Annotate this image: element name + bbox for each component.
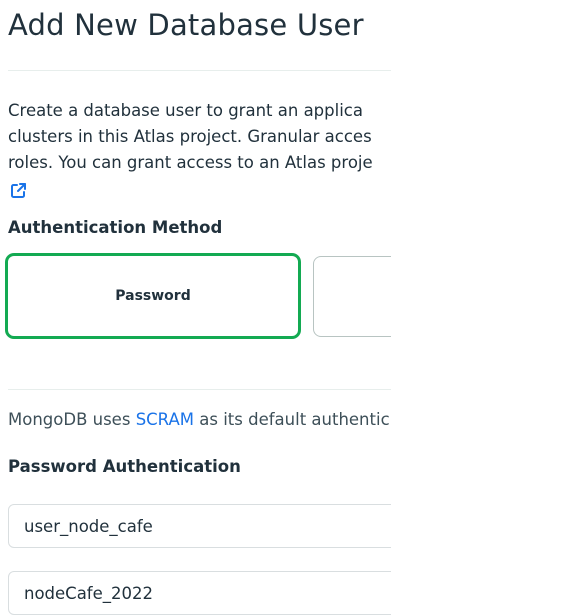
intro-text: Create a database user to grant an appli… [8, 98, 391, 176]
intro-line: roles. You can grant access to an Atlas … [8, 153, 373, 172]
intro-line: clusters in this Atlas project. Granular… [8, 127, 372, 146]
auth-option-certificate[interactable] [313, 256, 391, 337]
info-suffix: as its default authentic [194, 410, 390, 429]
auth-option-password-label: Password [115, 288, 191, 304]
scram-link[interactable]: SCRAM [136, 410, 194, 429]
title-divider [8, 70, 391, 71]
password-auth-label: Password Authentication [8, 457, 241, 476]
auth-method-label: Authentication Method [8, 218, 223, 237]
auth-info-text: MongoDB uses SCRAM as its default authen… [8, 410, 390, 429]
external-link-icon-graphic [10, 182, 26, 198]
auth-option-password[interactable]: Password [5, 253, 301, 339]
info-prefix: MongoDB uses [8, 410, 136, 429]
password-input[interactable] [8, 571, 391, 615]
page-title: Add New Database User [8, 8, 364, 42]
username-input[interactable] [8, 504, 391, 548]
external-link-icon[interactable] [8, 180, 28, 200]
section-divider [8, 389, 391, 390]
intro-line: Create a database user to grant an appli… [8, 101, 363, 120]
add-user-panel: Add New Database User Create a database … [0, 0, 391, 615]
